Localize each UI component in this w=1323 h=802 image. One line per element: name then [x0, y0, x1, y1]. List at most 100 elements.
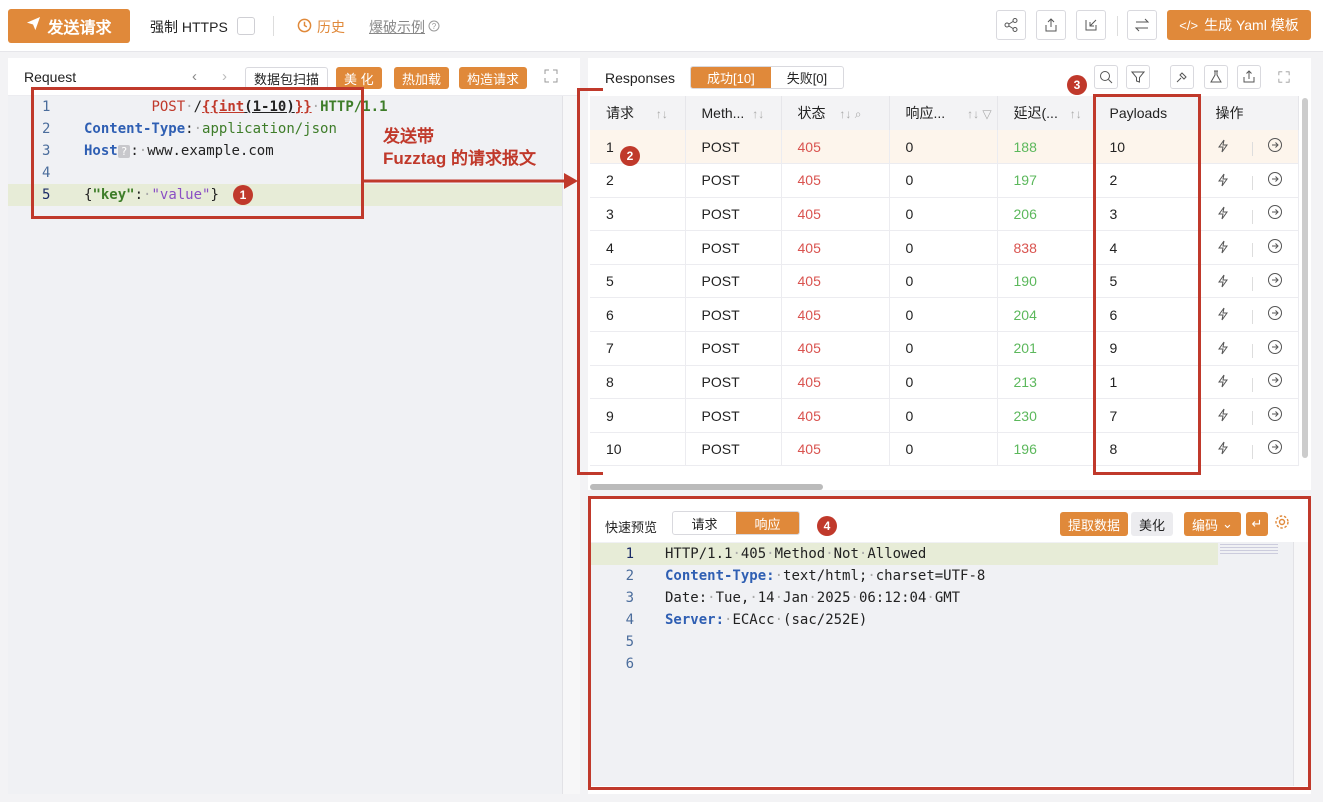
cell-method: POST [685, 130, 782, 165]
cell-latency: 206 [997, 197, 1094, 232]
arrow-right-circle-icon[interactable] [1267, 137, 1283, 156]
history-label: 历史 [317, 19, 345, 35]
arrow-right-circle-icon[interactable] [1267, 272, 1283, 291]
cell-status: 405 [781, 264, 890, 299]
cell-response-size: 0 [889, 365, 998, 400]
column-header-request[interactable]: 请求 ↑↓ [590, 96, 686, 130]
cell-status: 405 [781, 432, 890, 467]
fuzz-example-label: 爆破示例 [369, 19, 425, 35]
arrow-right-circle-icon[interactable] [1267, 205, 1283, 223]
divider [1251, 176, 1253, 191]
share-icon[interactable] [996, 10, 1026, 40]
lightning-icon[interactable] [1216, 173, 1230, 190]
cell-actions [1199, 163, 1299, 198]
cell-response-size: 0 [889, 398, 998, 433]
column-header-latency[interactable]: 延迟(... ↑↓ [997, 96, 1094, 130]
plugin-icon[interactable] [1170, 65, 1194, 89]
cell-actions [1199, 197, 1299, 232]
lightning-icon[interactable] [1216, 307, 1230, 324]
arrow-right-circle-icon[interactable] [1267, 238, 1283, 257]
cell-status: 405 [781, 197, 890, 232]
lightning-icon[interactable] [1216, 207, 1230, 223]
lightning-icon[interactable] [1216, 240, 1230, 257]
cell-status: 405 [781, 130, 890, 165]
cell-latency: 196 [997, 432, 1094, 467]
column-header-method[interactable]: Meth... ↑↓ [685, 96, 782, 130]
export-icon[interactable] [1036, 10, 1066, 40]
annotation-arrow [364, 173, 578, 189]
history-button[interactable]: 历史 [297, 17, 345, 37]
divider [1251, 344, 1253, 358]
cell-actions [1199, 331, 1299, 366]
build-request-button[interactable]: 构造请求 [459, 67, 528, 89]
fullscreen-icon[interactable] [1272, 65, 1296, 89]
cell-method: POST [685, 432, 782, 467]
lightning-icon[interactable] [1216, 375, 1230, 391]
export-icon[interactable] [1237, 65, 1261, 89]
cell-latency: 197 [997, 163, 1094, 198]
clock-icon [297, 18, 312, 36]
lightning-icon[interactable] [1216, 139, 1230, 156]
cell-response-size: 0 [889, 331, 998, 366]
responses-panel: Responses 成功[10] 失败[0] 请求 ↑↓ Meth... ↑↓ [588, 58, 1311, 490]
generate-yaml-button[interactable]: </> 生成 Yaml 模板 [1167, 10, 1311, 40]
column-header-response-size[interactable]: 响应... ↑↓ ▽ [889, 96, 998, 130]
cell-request-id: 5 [590, 264, 686, 299]
responses-title: Responses [605, 70, 676, 86]
table-horizontal-scrollbar[interactable] [590, 484, 823, 490]
cell-latency: 201 [997, 331, 1094, 366]
tab-fail[interactable]: 失败[0] [771, 67, 843, 88]
arrow-right-circle-icon[interactable] [1267, 373, 1283, 391]
divider [1251, 310, 1253, 325]
cell-actions [1199, 230, 1299, 265]
divider [1251, 142, 1253, 157]
lightning-icon[interactable] [1216, 341, 1230, 358]
cell-method: POST [685, 365, 782, 400]
annotation-box-preview [588, 496, 1311, 790]
cell-request-id: 6 [590, 297, 686, 333]
arrow-right-circle-icon[interactable] [1267, 339, 1283, 358]
force-https-checkbox[interactable] [237, 17, 255, 35]
arrow-right-circle-icon[interactable] [1267, 406, 1283, 425]
cell-request-id: 4 [590, 230, 686, 265]
tab-success[interactable]: 成功[10] [691, 67, 771, 88]
cell-status: 405 [781, 297, 890, 333]
cell-method: POST [685, 297, 782, 333]
annotation-text: 发送带 Fuzztag 的请求报文 [383, 126, 536, 170]
arrow-right-circle-icon[interactable] [1267, 171, 1283, 190]
send-request-button[interactable]: 发送请求 [8, 9, 130, 43]
swap-icon[interactable] [1127, 10, 1157, 40]
filter-icon[interactable] [1126, 65, 1150, 89]
flask-icon[interactable] [1204, 65, 1228, 89]
request-title: Request [24, 68, 77, 85]
cell-method: POST [685, 331, 782, 366]
lightning-icon[interactable] [1216, 274, 1230, 291]
cell-method: POST [685, 197, 782, 232]
arrow-right-circle-icon[interactable] [1267, 306, 1283, 324]
cell-request-id: 7 [590, 331, 686, 366]
help-icon: ? [428, 19, 440, 35]
cell-actions [1199, 365, 1299, 400]
table-vertical-scrollbar[interactable] [1302, 98, 1308, 458]
cell-response-size: 0 [889, 197, 998, 232]
cell-method: POST [685, 163, 782, 198]
search-icon[interactable] [1094, 65, 1118, 89]
fullscreen-icon[interactable] [544, 69, 558, 86]
annotation-box-responses [577, 88, 603, 475]
divider [1251, 243, 1253, 258]
hot-reload-button[interactable]: 热加载 [394, 67, 450, 89]
column-header-actions: 操作 [1199, 96, 1299, 130]
fuzz-example-link[interactable]: 爆破示例 ? [369, 17, 440, 37]
force-https-label: 强制 HTTPS [150, 19, 228, 35]
annotation-text-line: 发送带 [383, 127, 434, 146]
arrow-right-circle-icon[interactable] [1267, 440, 1283, 458]
lightning-icon[interactable] [1216, 442, 1230, 458]
import-icon[interactable] [1076, 10, 1106, 40]
cell-method: POST [685, 230, 782, 265]
divider [1251, 209, 1253, 224]
column-header-status[interactable]: 状态 ↑↓ ⌕ [781, 96, 890, 130]
cell-request-id: 8 [590, 365, 686, 400]
cell-response-size: 0 [889, 264, 998, 299]
lightning-icon[interactable] [1216, 408, 1230, 425]
cell-request-id: 2 [590, 163, 686, 198]
